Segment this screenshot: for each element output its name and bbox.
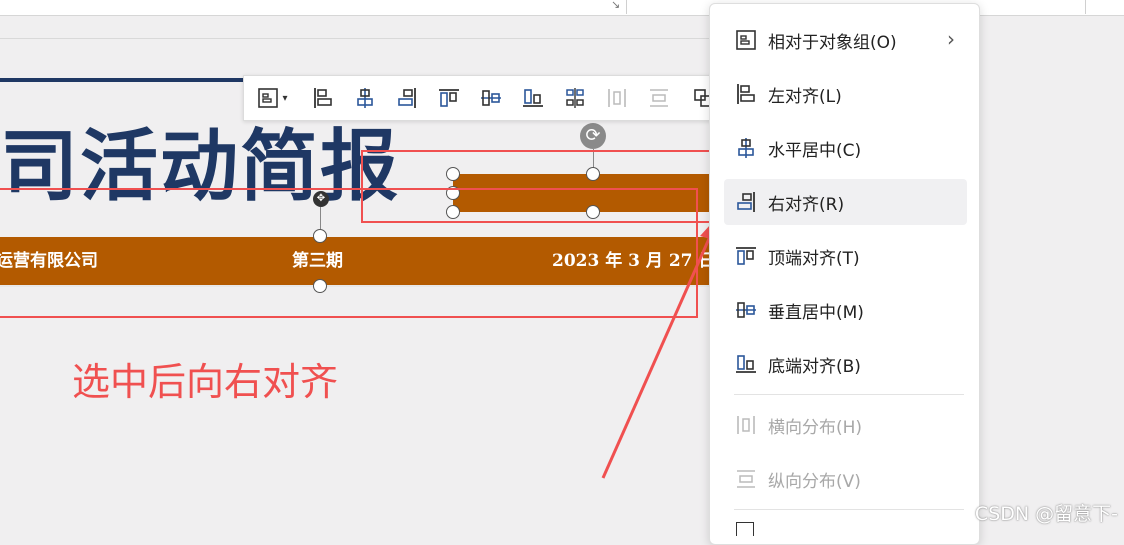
rotate-handle-icon[interactable]: ⟳ — [580, 123, 606, 149]
align-toolbar: ▾ — [243, 75, 721, 121]
menu-item-label: 垂直居中(M) — [768, 302, 864, 323]
relative-to-group-icon — [736, 30, 756, 50]
align-top-button[interactable] — [434, 83, 464, 113]
menu-item-label: 水平居中(C) — [768, 140, 862, 161]
distribute-vertical-icon — [650, 89, 668, 107]
menu-item-label: 相对于对象组(O) — [768, 32, 897, 53]
menu-separator — [734, 509, 964, 510]
menu-separator — [734, 394, 964, 395]
annotation-box-bar — [0, 188, 698, 318]
corner-arrow-icon[interactable]: ↘ — [611, 0, 620, 11]
align-right-icon — [398, 88, 416, 108]
menu-item-label: 纵向分布(V) — [768, 471, 861, 492]
align-top-icon — [439, 89, 459, 107]
align-right-icon — [737, 192, 755, 212]
relative-to-group-icon — [258, 88, 279, 108]
menu-item-align-center-horizontal[interactable]: 水平居中(C) — [724, 125, 967, 171]
title-top-rule — [0, 78, 245, 82]
align-top-icon — [736, 247, 756, 265]
menu-item-align-middle-vertical[interactable]: 垂直居中(M) — [724, 287, 967, 333]
menu-item-distribute-horizontal: 横向分布(H) — [724, 402, 967, 448]
align-left-button[interactable] — [308, 83, 338, 113]
partial-menu-icon — [736, 522, 754, 536]
distribute-horizontal-button[interactable] — [602, 83, 632, 113]
menu-item-relative-to-group[interactable]: 相对于对象组(O) › — [724, 17, 967, 63]
menu-item-distribute-vertical: 纵向分布(V) — [724, 456, 967, 502]
menu-item-label: 右对齐(R) — [768, 194, 845, 215]
canvas-edge — [0, 38, 720, 39]
align-bottom-icon — [523, 89, 543, 107]
annotation-text: 选中后向右对齐 — [72, 360, 339, 404]
align-center-horizontal-icon — [357, 88, 373, 108]
align-left-icon — [314, 88, 332, 108]
align-middle-vertical-icon — [736, 302, 756, 318]
distribute-grid-icon — [566, 88, 584, 108]
distribute-horizontal-icon — [737, 416, 755, 434]
chevron-right-icon: › — [947, 27, 955, 51]
align-right-button[interactable] — [392, 83, 422, 113]
menu-item-label: 顶端对齐(T) — [768, 248, 860, 269]
align-middle-vertical-button[interactable] — [476, 83, 506, 113]
watermark: CSDN @留意下- — [974, 503, 1118, 525]
distribute-grid-button[interactable] — [560, 83, 590, 113]
menu-item-align-left[interactable]: 左对齐(L) — [724, 71, 967, 117]
menu-item-align-right[interactable]: 右对齐(R) — [724, 179, 967, 225]
menu-item-align-top[interactable]: 顶端对齐(T) — [724, 233, 967, 279]
align-bottom-button[interactable] — [518, 83, 548, 113]
menu-item-label: 底端对齐(B) — [768, 356, 861, 377]
relative-to-group-button[interactable]: ▾ — [250, 83, 294, 113]
menu-item-label: 横向分布(H) — [768, 417, 863, 438]
align-left-icon — [737, 84, 755, 104]
distribute-vertical-icon — [737, 470, 755, 488]
align-middle-vertical-icon — [481, 90, 501, 106]
distribute-vertical-button[interactable] — [644, 83, 674, 113]
align-bottom-icon — [736, 355, 756, 373]
menu-item-align-bottom[interactable]: 底端对齐(B) — [724, 341, 967, 387]
align-center-horizontal-button[interactable] — [350, 83, 380, 113]
chevron-down-icon: ▾ — [282, 92, 288, 104]
align-menu: 相对于对象组(O) › 左对齐(L) 水平居中(C) 右对齐(R) 顶端对齐(T… — [709, 3, 980, 545]
menu-item-label: 左对齐(L) — [768, 86, 842, 107]
align-center-horizontal-icon — [738, 138, 754, 158]
distribute-horizontal-icon — [608, 89, 626, 107]
